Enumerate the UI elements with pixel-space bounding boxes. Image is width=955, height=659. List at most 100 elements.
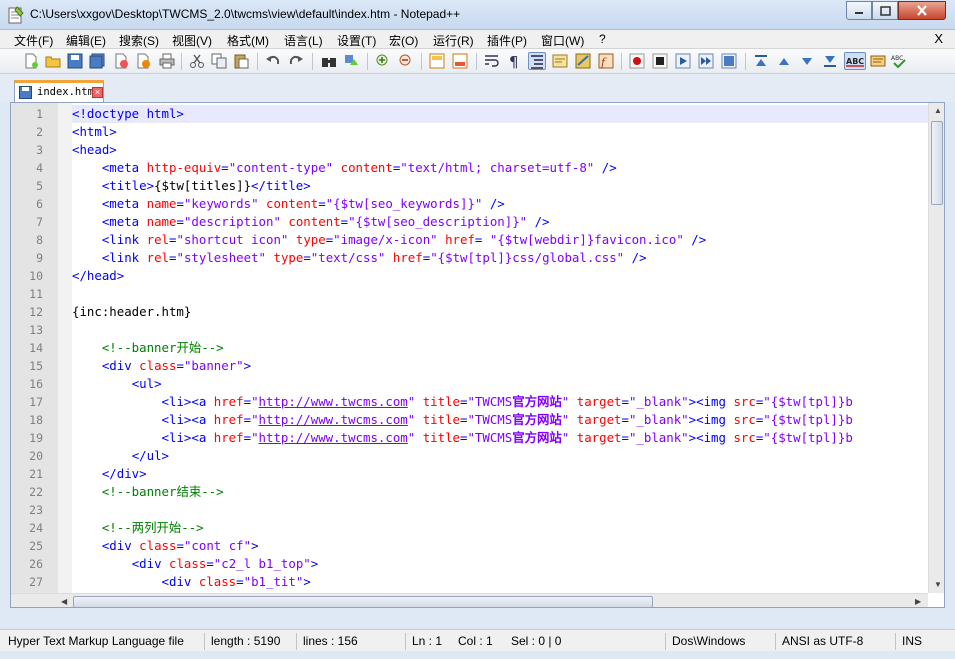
code-line[interactable]: </div> <box>72 465 928 483</box>
code-line[interactable]: <head> <box>72 141 928 159</box>
code-line[interactable]: {inc:header.htm} <box>72 303 928 321</box>
menu-window[interactable]: 窗口(W) <box>541 32 584 49</box>
code-line[interactable]: <link rel="shortcut icon" type="image/x-… <box>72 231 928 249</box>
indent-guide-icon[interactable] <box>528 52 546 70</box>
code-line[interactable]: <div class="cont cf"> <box>72 537 928 555</box>
close-tab-icon[interactable]: × <box>92 87 103 98</box>
close-file-icon[interactable] <box>112 52 130 70</box>
line-number: 2 <box>36 125 43 139</box>
menu-help[interactable]: ? <box>599 32 606 46</box>
record-macro-icon[interactable] <box>628 52 646 70</box>
code-line[interactable] <box>72 321 928 339</box>
undo-icon[interactable] <box>264 52 282 70</box>
down-icon[interactable] <box>798 52 816 70</box>
find-icon[interactable] <box>320 52 338 70</box>
menu-macro[interactable]: 宏(O) <box>389 32 418 49</box>
word-wrap-icon[interactable] <box>483 52 501 70</box>
spellcheck-icon[interactable]: ABC <box>844 52 866 70</box>
code-line[interactable]: <li><a href="http://www.twcms.com" title… <box>72 429 928 447</box>
menu-settings[interactable]: 设置(T) <box>337 32 376 49</box>
code-line[interactable] <box>72 501 928 519</box>
scroll-right-icon[interactable]: ▶ <box>915 597 921 606</box>
code-line[interactable]: <meta name="description" content="{$tw[s… <box>72 213 928 231</box>
doc-map-icon[interactable] <box>574 52 592 70</box>
function-list-icon[interactable]: f <box>597 52 615 70</box>
code-line[interactable]: <!doctype html> <box>72 105 928 123</box>
close-all-icon[interactable] <box>134 52 152 70</box>
code-line[interactable]: </ul> <box>72 447 928 465</box>
maximize-button[interactable] <box>872 1 898 20</box>
menu-plugins[interactable]: 插件(P) <box>487 32 527 49</box>
horizontal-scrollbar[interactable]: ◀ ▶ <box>11 593 928 607</box>
code-line[interactable]: <!--banner开始--> <box>72 339 928 357</box>
cut-icon[interactable] <box>188 52 206 70</box>
menu-edit[interactable]: 编辑(E) <box>66 32 106 49</box>
code-line[interactable]: <div class="banner"> <box>72 357 928 375</box>
status-insert-mode: INS <box>895 633 922 650</box>
menu-format[interactable]: 格式(M) <box>227 32 269 49</box>
notepad-plus-plus-icon <box>8 6 24 24</box>
copy-icon[interactable] <box>210 52 228 70</box>
menu-search[interactable]: 搜索(S) <box>119 32 159 49</box>
toolbar: ¶ f ABC ABC <box>0 49 955 74</box>
spell-options-icon[interactable] <box>869 52 887 70</box>
code-line[interactable]: <div class="b1_tit"> <box>72 573 928 591</box>
prev-bookmark-icon[interactable] <box>752 52 770 70</box>
scroll-down-icon[interactable]: ▼ <box>934 580 942 589</box>
toolbar-separator <box>421 53 422 70</box>
stop-macro-icon[interactable] <box>651 52 669 70</box>
minimize-button[interactable] <box>846 1 872 20</box>
close-window-button[interactable] <box>898 1 946 20</box>
code-line[interactable]: <div class="c2_l b1_top"> <box>72 555 928 573</box>
zoom-in-icon[interactable] <box>374 52 392 70</box>
next-bookmark-icon[interactable] <box>821 52 839 70</box>
save-all-icon[interactable] <box>88 52 106 70</box>
sync-horizontal-icon[interactable] <box>451 52 469 70</box>
vertical-scroll-thumb[interactable] <box>931 121 943 205</box>
editor[interactable]: 1 2 3 4 5 6 7 8 9 10 11 12 13 14 15 16 17 18 19 20 21 22 23 24 2… <box>10 102 945 608</box>
vertical-scrollbar[interactable]: ▲ ▼ <box>928 103 944 593</box>
play-multiple-icon[interactable] <box>697 52 715 70</box>
fold-margin[interactable] <box>58 103 72 607</box>
new-file-icon[interactable] <box>22 52 40 70</box>
line-number: 25 <box>29 539 43 553</box>
code-line[interactable]: <li><a href="http://www.twcms.com" title… <box>72 411 928 429</box>
replace-icon[interactable] <box>343 52 361 70</box>
code-line[interactable]: </head> <box>72 267 928 285</box>
code-line[interactable] <box>72 285 928 303</box>
code-line[interactable]: <!--两列开始--> <box>72 519 928 537</box>
horizontal-scroll-thumb[interactable] <box>73 596 653 607</box>
save-macro-icon[interactable] <box>720 52 738 70</box>
line-number: 7 <box>36 215 43 229</box>
code-line[interactable]: <ul> <box>72 375 928 393</box>
menu-language[interactable]: 语言(L) <box>284 32 323 49</box>
code-line[interactable]: <link rel="stylesheet" type="text/css" h… <box>72 249 928 267</box>
tab-index-htm[interactable]: index.htm × <box>14 80 104 102</box>
redo-icon[interactable] <box>287 52 305 70</box>
print-icon[interactable] <box>158 52 176 70</box>
paste-icon[interactable] <box>232 52 250 70</box>
code-line[interactable]: <li><a href="http://www.twcms.com" title… <box>72 393 928 411</box>
open-file-icon[interactable] <box>44 52 62 70</box>
up-icon[interactable] <box>775 52 793 70</box>
status-eol: Dos\Windows <box>665 633 745 650</box>
code-line[interactable]: <meta name="keywords" content="{$tw[seo_… <box>72 195 928 213</box>
code-line[interactable]: <!--banner结束--> <box>72 483 928 501</box>
user-lang-icon[interactable] <box>551 52 569 70</box>
show-all-chars-icon[interactable]: ¶ <box>505 52 523 70</box>
abc-check-icon[interactable]: ABC <box>890 52 908 70</box>
code-line[interactable]: <title>{$tw[titles]}</title> <box>72 177 928 195</box>
sync-vertical-icon[interactable] <box>428 52 446 70</box>
scroll-up-icon[interactable]: ▲ <box>934 106 942 115</box>
close-document-button[interactable]: X <box>934 31 943 46</box>
menu-file[interactable]: 文件(F) <box>14 32 53 49</box>
scroll-left-icon[interactable]: ◀ <box>61 597 67 606</box>
code-line[interactable]: <meta http-equiv="content-type" content=… <box>72 159 928 177</box>
menu-view[interactable]: 视图(V) <box>172 32 212 49</box>
menu-run[interactable]: 运行(R) <box>433 32 474 49</box>
play-macro-icon[interactable] <box>674 52 692 70</box>
zoom-out-icon[interactable] <box>397 52 415 70</box>
code-area[interactable]: <!doctype html> <html> <head> <meta http-e… <box>72 103 928 593</box>
code-line[interactable]: <html> <box>72 123 928 141</box>
save-icon[interactable] <box>66 52 84 70</box>
